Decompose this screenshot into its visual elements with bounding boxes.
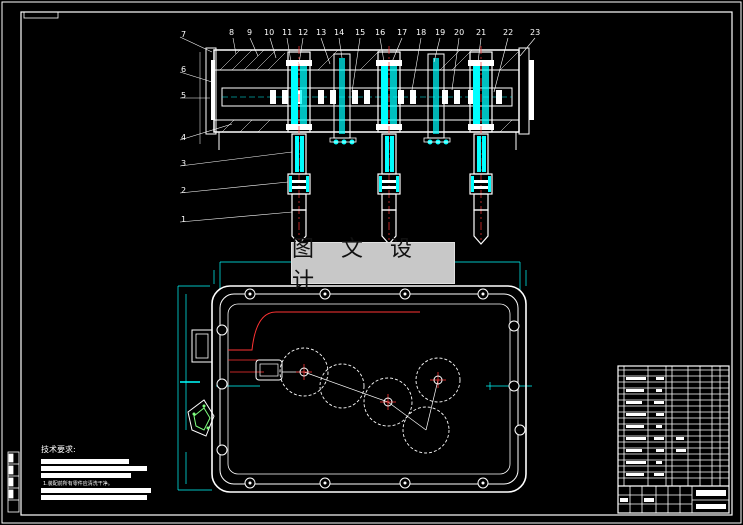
part-number: 2 xyxy=(181,186,187,195)
sectional-view xyxy=(179,36,536,245)
part-number: 8 xyxy=(229,28,235,37)
part-number: 12 xyxy=(298,28,309,37)
part-number: 20 xyxy=(454,28,465,37)
part-number: 13 xyxy=(316,28,327,37)
part-number: 4 xyxy=(181,133,187,142)
title-block-marks xyxy=(620,377,726,509)
watermark-label: 图 文 设 计 xyxy=(291,237,455,294)
side-stamp-block xyxy=(7,451,20,513)
technical-requirements-line: 1.装配前所有零件应清洗干净。 xyxy=(43,481,113,487)
part-number: 17 xyxy=(397,28,408,37)
part-number: 14 xyxy=(334,28,345,37)
part-number: 15 xyxy=(355,28,366,37)
part-number: 9 xyxy=(247,28,253,37)
part-number: 5 xyxy=(181,91,187,100)
part-number: 11 xyxy=(282,28,293,37)
technical-requirements-title: 技术要求: xyxy=(41,445,76,454)
plan-view xyxy=(177,261,532,493)
part-number: 18 xyxy=(416,28,427,37)
corner-code-box xyxy=(23,11,59,19)
part-number: 10 xyxy=(264,28,275,37)
part-number: 16 xyxy=(375,28,386,37)
part-number: 19 xyxy=(435,28,446,37)
part-number: 6 xyxy=(181,65,187,74)
part-number: 21 xyxy=(476,28,487,37)
part-number: 7 xyxy=(181,30,187,39)
part-number: 3 xyxy=(181,159,187,168)
part-number: 23 xyxy=(530,28,541,37)
part-number: 22 xyxy=(503,28,514,37)
part-number: 1 xyxy=(181,215,187,224)
